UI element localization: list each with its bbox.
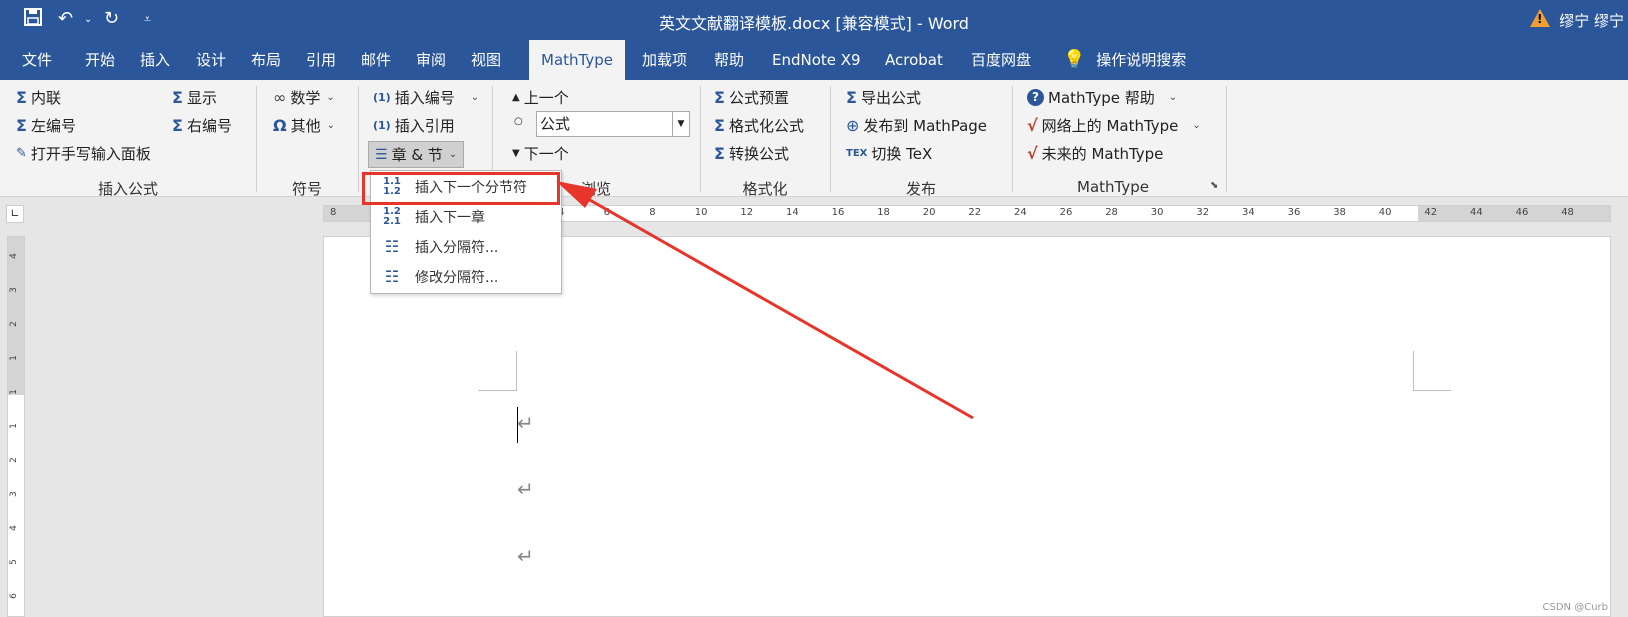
watermark: CSDN @Curb [1542, 602, 1608, 613]
annotation-arrow [556, 181, 974, 420]
